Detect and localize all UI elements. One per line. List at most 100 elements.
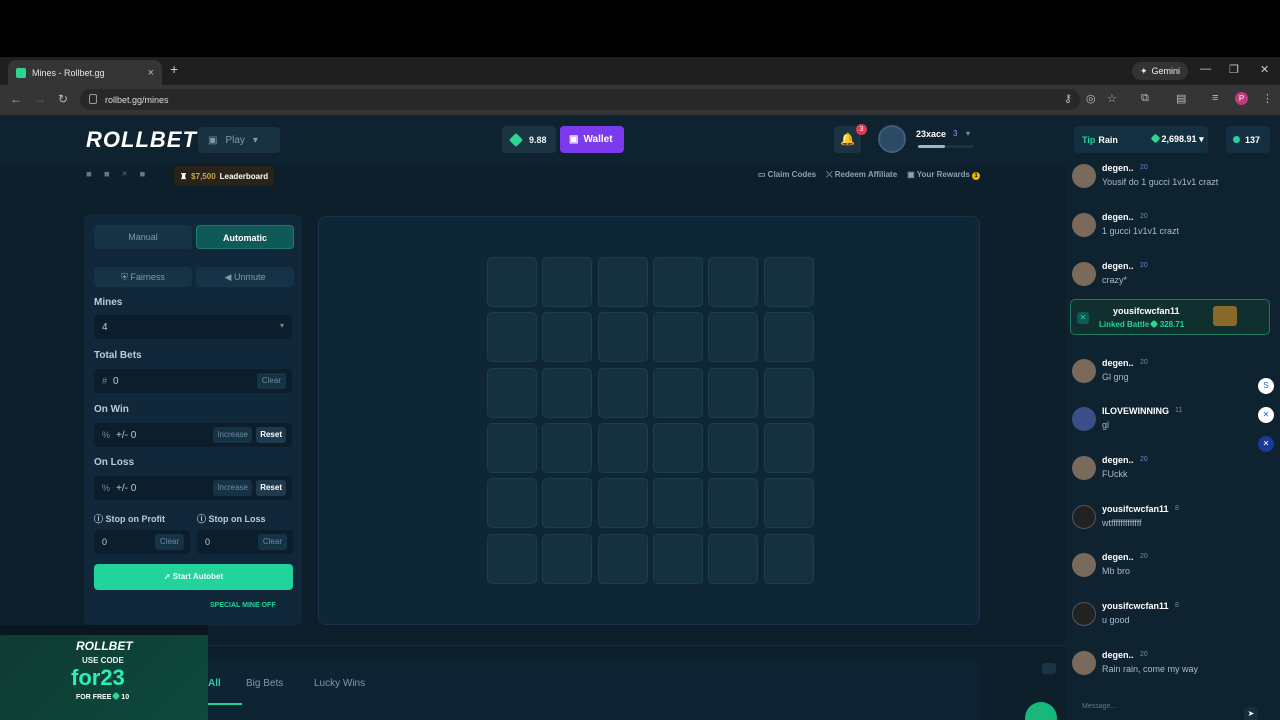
special-mine-toggle[interactable]: SPECIAL MINE OFF xyxy=(210,602,276,609)
site-info-icon[interactable] xyxy=(89,94,97,104)
user-menu-chevron-icon[interactable]: ▾ xyxy=(966,129,970,138)
mine-tile[interactable] xyxy=(487,478,537,529)
mine-tile[interactable] xyxy=(542,478,593,529)
maximize-icon[interactable]: ❐ xyxy=(1229,63,1239,76)
mine-tile[interactable] xyxy=(542,422,593,473)
tab-close-icon[interactable]: × xyxy=(148,67,154,79)
tab-big-bets[interactable]: Big Bets xyxy=(246,678,283,689)
mine-tile[interactable] xyxy=(763,478,814,529)
redeem-affiliate-link[interactable]: ⤫ Redeem Affiliate xyxy=(826,170,897,180)
chat-avatar[interactable] xyxy=(1072,553,1096,577)
mine-tile[interactable] xyxy=(487,367,537,418)
play-dropdown[interactable]: ▣ Play ▾ xyxy=(198,127,280,153)
user-avatar[interactable] xyxy=(878,125,906,153)
chat-avatar[interactable] xyxy=(1072,505,1096,529)
gemini-button[interactable]: ✦ Gemini xyxy=(1131,62,1188,80)
stop-on-profit-clear-button[interactable]: Clear xyxy=(154,534,184,550)
mine-tile[interactable] xyxy=(652,422,703,473)
tab-all-bets[interactable]: All xyxy=(208,678,221,689)
mine-tile[interactable] xyxy=(597,312,648,363)
start-autobet-button[interactable]: ➚ Start Autobet xyxy=(94,564,293,590)
your-rewards-link[interactable]: ▣ Your Rewards 1 xyxy=(907,170,980,180)
reload-icon[interactable]: ↻ xyxy=(58,92,68,106)
browser-tab[interactable]: Mines - Rollbet.gg × xyxy=(8,60,162,85)
on-loss-input[interactable]: % +/- 0 Increase Reset xyxy=(94,476,292,500)
mine-tile[interactable] xyxy=(652,367,703,418)
address-bar[interactable]: rollbet.gg/mines xyxy=(80,89,1080,110)
mine-tile[interactable] xyxy=(652,257,703,307)
menu-kebab-icon[interactable]: ⋮ xyxy=(1262,92,1273,105)
mine-tile[interactable] xyxy=(708,478,759,529)
chat-avatar[interactable] xyxy=(1072,164,1096,188)
username[interactable]: 23xace xyxy=(916,129,946,139)
balance-display[interactable]: 9.88 xyxy=(502,126,556,153)
mine-tile[interactable] xyxy=(763,367,814,418)
chat-username[interactable]: degen.. xyxy=(1102,650,1134,660)
stop-on-profit-input[interactable]: 0 Clear xyxy=(94,530,190,554)
side-x-icon[interactable]: ✕ xyxy=(1258,407,1274,423)
chat-username[interactable]: yousifcwcfan11 xyxy=(1102,601,1169,611)
on-win-input[interactable]: % +/- 0 Increase Reset xyxy=(94,423,292,447)
mine-tile[interactable] xyxy=(542,257,593,307)
on-win-increase-button[interactable]: Increase xyxy=(213,427,252,443)
chat-avatar[interactable] xyxy=(1072,359,1096,383)
extensions-icon[interactable]: ⧉ xyxy=(1141,92,1149,105)
youtube-icon[interactable]: ◼ xyxy=(104,170,110,178)
claim-codes-link[interactable]: ▭ Claim Codes xyxy=(758,170,816,180)
mine-tile[interactable] xyxy=(597,533,648,584)
chat-avatar[interactable] xyxy=(1072,407,1096,431)
mine-tile[interactable] xyxy=(597,422,648,473)
eye-off-icon[interactable]: ◎ xyxy=(1086,92,1096,105)
bookmark-star-icon[interactable]: ☆ xyxy=(1107,92,1117,105)
chat-username[interactable]: degen.. xyxy=(1102,358,1134,368)
mine-tile[interactable] xyxy=(597,257,648,307)
tab-automatic[interactable]: Automatic xyxy=(196,225,294,249)
mine-tile[interactable] xyxy=(542,312,593,363)
stop-on-loss-clear-button[interactable]: Clear xyxy=(257,534,287,550)
chat-username[interactable]: degen.. xyxy=(1102,552,1134,562)
mine-tile[interactable] xyxy=(652,533,703,584)
chat-username[interactable]: degen.. xyxy=(1102,163,1134,173)
forward-icon[interactable]: → xyxy=(34,92,46,106)
chat-username[interactable]: degen.. xyxy=(1102,261,1134,271)
chat-avatar[interactable] xyxy=(1072,213,1096,237)
linked-battle-card[interactable]: ✕ yousifcwcfan11 Linked Battle 328.71 xyxy=(1070,299,1270,335)
mine-tile[interactable] xyxy=(763,533,814,584)
mine-tile[interactable] xyxy=(708,312,759,363)
mine-tile[interactable] xyxy=(597,478,648,529)
sidepanel-icon[interactable]: ▤ xyxy=(1176,92,1186,105)
chat-username[interactable]: degen.. xyxy=(1102,212,1134,222)
total-bets-input[interactable]: # 0 Clear xyxy=(94,369,292,393)
telegram-icon[interactable]: ◼ xyxy=(140,170,146,178)
side-s-icon[interactable]: S xyxy=(1258,378,1274,394)
mine-tile[interactable] xyxy=(708,422,759,473)
close-window-icon[interactable]: ✕ xyxy=(1260,63,1269,76)
mine-tile[interactable] xyxy=(652,312,703,363)
leaderboard-button[interactable]: ♜ $7,500 Leaderboard xyxy=(174,166,275,186)
mine-tile[interactable] xyxy=(542,533,593,584)
tab-lucky-wins[interactable]: Lucky Wins xyxy=(314,678,365,689)
mine-tile[interactable] xyxy=(763,422,814,473)
chat-username[interactable]: degen.. xyxy=(1102,455,1134,465)
support-fab-button[interactable] xyxy=(1025,702,1057,720)
on-loss-reset-button[interactable]: Reset xyxy=(256,480,286,496)
rollbet-logo[interactable]: ROLLBET xyxy=(86,127,197,153)
mine-tile[interactable] xyxy=(763,257,814,307)
mine-tile[interactable] xyxy=(652,478,703,529)
fairness-button[interactable]: ⛨ Fairness xyxy=(94,267,192,287)
on-loss-increase-button[interactable]: Increase xyxy=(213,480,252,496)
mine-tile[interactable] xyxy=(487,257,537,307)
mine-tile[interactable] xyxy=(708,367,759,418)
reading-list-icon[interactable]: ≡ xyxy=(1212,92,1218,104)
stop-on-loss-input[interactable]: 0 Clear xyxy=(197,530,293,554)
mines-select[interactable]: 4 ▾ xyxy=(94,315,292,339)
wallet-button[interactable]: ▣ Wallet xyxy=(560,126,624,153)
chat-username[interactable]: yousifcwcfan11 xyxy=(1102,504,1169,514)
back-icon[interactable]: ← xyxy=(10,92,22,106)
mine-tile[interactable] xyxy=(763,312,814,363)
chat-avatar[interactable] xyxy=(1072,262,1096,286)
chat-username[interactable]: ILOVEWINNING xyxy=(1102,406,1169,416)
tab-manual[interactable]: Manual xyxy=(94,225,192,249)
mine-tile[interactable] xyxy=(487,312,537,363)
side-x-blue-icon[interactable]: ✕ xyxy=(1258,436,1274,452)
